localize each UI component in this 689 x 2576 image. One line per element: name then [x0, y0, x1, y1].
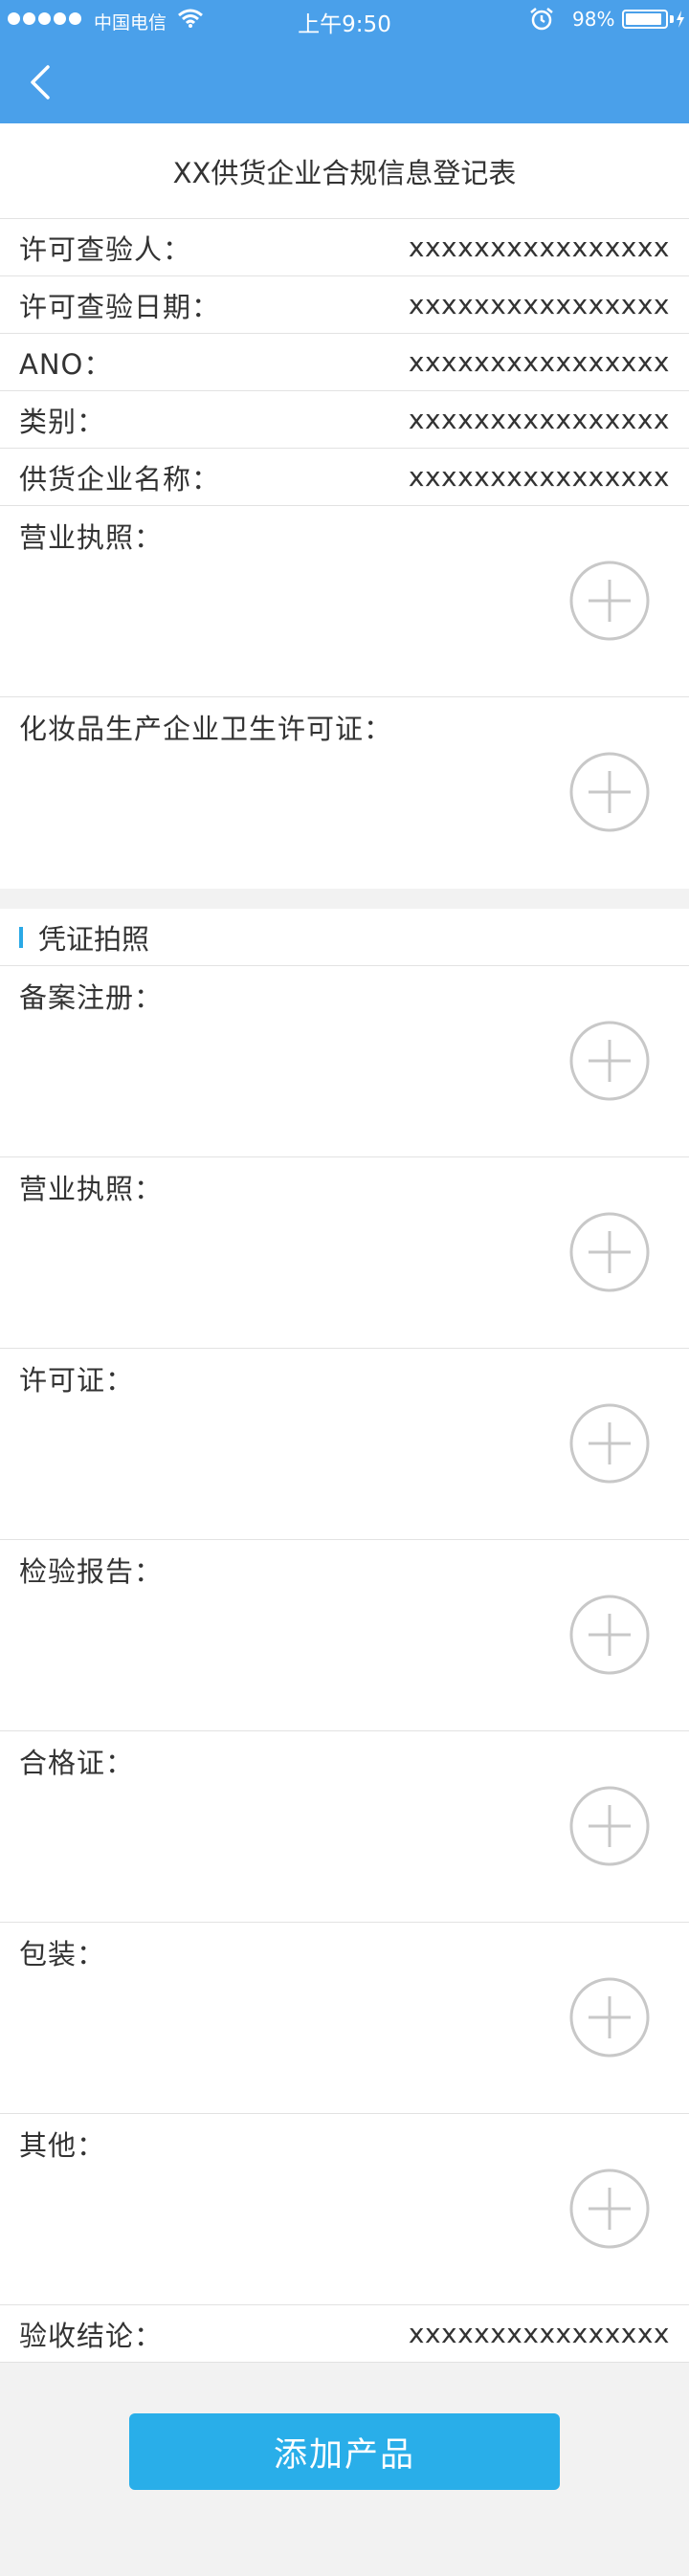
section-title: 凭证拍照: [38, 922, 150, 956]
back-button[interactable]: [19, 57, 67, 107]
upload-packaging: 包装：: [0, 1923, 689, 2114]
add-photo-button[interactable]: [568, 1402, 651, 1485]
upload-label: 检验报告：: [19, 1555, 164, 1588]
ano-label: ANO：: [19, 347, 113, 381]
info-row-ano: ANO： xxxxxxxxxxxxxxxx: [0, 334, 689, 391]
upload-business-license-photo: 营业执照：: [0, 1157, 689, 1349]
upload-business-license: 营业执照：: [0, 506, 689, 697]
form-card-voucher-photos: 凭证拍照 备案注册： 营业执照： 许可证： 检验报告： 合格证： 包装： 其他：…: [0, 909, 689, 2363]
add-product-button[interactable]: 添加产品: [129, 2413, 560, 2490]
upload-certificate: 合格证：: [0, 1731, 689, 1923]
add-photo-button[interactable]: [568, 1976, 651, 2059]
alarm-clock-icon: [530, 8, 553, 31]
upload-label: 备案注册：: [19, 981, 164, 1014]
category-label: 类别：: [19, 405, 106, 438]
add-photo-button[interactable]: [568, 2168, 651, 2250]
upload-label: 合格证：: [19, 1747, 135, 1779]
supplier-name-label: 供货企业名称：: [19, 462, 221, 495]
upload-other: 其他：: [0, 2114, 689, 2305]
section-accent-bar: [19, 926, 23, 948]
conclusion-label: 验收结论：: [19, 2319, 164, 2352]
battery-percentage: 98%: [572, 8, 615, 31]
battery-tip: [670, 15, 674, 23]
upload-filing-registration: 备案注册：: [0, 966, 689, 1157]
inspector-label: 许可查验人：: [19, 232, 192, 266]
upload-label: 许可证：: [19, 1364, 135, 1397]
add-photo-button[interactable]: [568, 1020, 651, 1102]
conclusion-value: xxxxxxxxxxxxxxxx: [408, 2318, 670, 2349]
upload-permit: 许可证：: [0, 1349, 689, 1540]
upload-label: 营业执照：: [19, 521, 164, 554]
battery-icon: [622, 10, 668, 29]
supplier-name-value: xxxxxxxxxxxxxxxx: [408, 461, 670, 493]
upload-label: 包装：: [19, 1938, 106, 1971]
charging-bolt-icon: [677, 11, 684, 28]
app-header: 中国电信 上午9:50 98%: [0, 0, 689, 123]
info-row-category: 类别： xxxxxxxxxxxxxxxx: [0, 391, 689, 449]
inspection-date-value: xxxxxxxxxxxxxxxx: [408, 289, 670, 320]
info-row-inspector: 许可查验人： xxxxxxxxxxxxxxxx: [0, 219, 689, 276]
form-title: XX供货企业合规信息登记表: [0, 123, 689, 219]
ano-value: xxxxxxxxxxxxxxxx: [408, 346, 670, 378]
info-row-conclusion: 验收结论： xxxxxxxxxxxxxxxx: [0, 2305, 689, 2363]
category-value: xxxxxxxxxxxxxxxx: [408, 404, 670, 435]
upload-label: 营业执照：: [19, 1173, 164, 1205]
info-row-supplier-name: 供货企业名称： xxxxxxxxxxxxxxxx: [0, 449, 689, 506]
add-photo-button[interactable]: [568, 1594, 651, 1676]
section-header: 凭证拍照: [0, 909, 689, 966]
add-photo-button[interactable]: [568, 1211, 651, 1293]
add-photo-button[interactable]: [568, 1785, 651, 1867]
info-row-inspection-date: 许可查验日期： xxxxxxxxxxxxxxxx: [0, 276, 689, 334]
inspection-date-label: 许可查验日期：: [19, 290, 221, 323]
upload-label: 化妆品生产企业卫生许可证：: [19, 713, 393, 745]
add-photo-button[interactable]: [568, 560, 651, 642]
inspector-value: xxxxxxxxxxxxxxxx: [408, 231, 670, 263]
upload-hygiene-license: 化妆品生产企业卫生许可证：: [0, 697, 689, 889]
add-photo-button[interactable]: [568, 751, 651, 833]
upload-inspection-report: 检验报告：: [0, 1540, 689, 1731]
upload-label: 其他：: [19, 2129, 106, 2162]
form-card-basic-info: 许可查验人： xxxxxxxxxxxxxxxx 许可查验日期： xxxxxxxx…: [0, 219, 689, 889]
status-bar: 中国电信 上午9:50 98%: [0, 0, 689, 38]
